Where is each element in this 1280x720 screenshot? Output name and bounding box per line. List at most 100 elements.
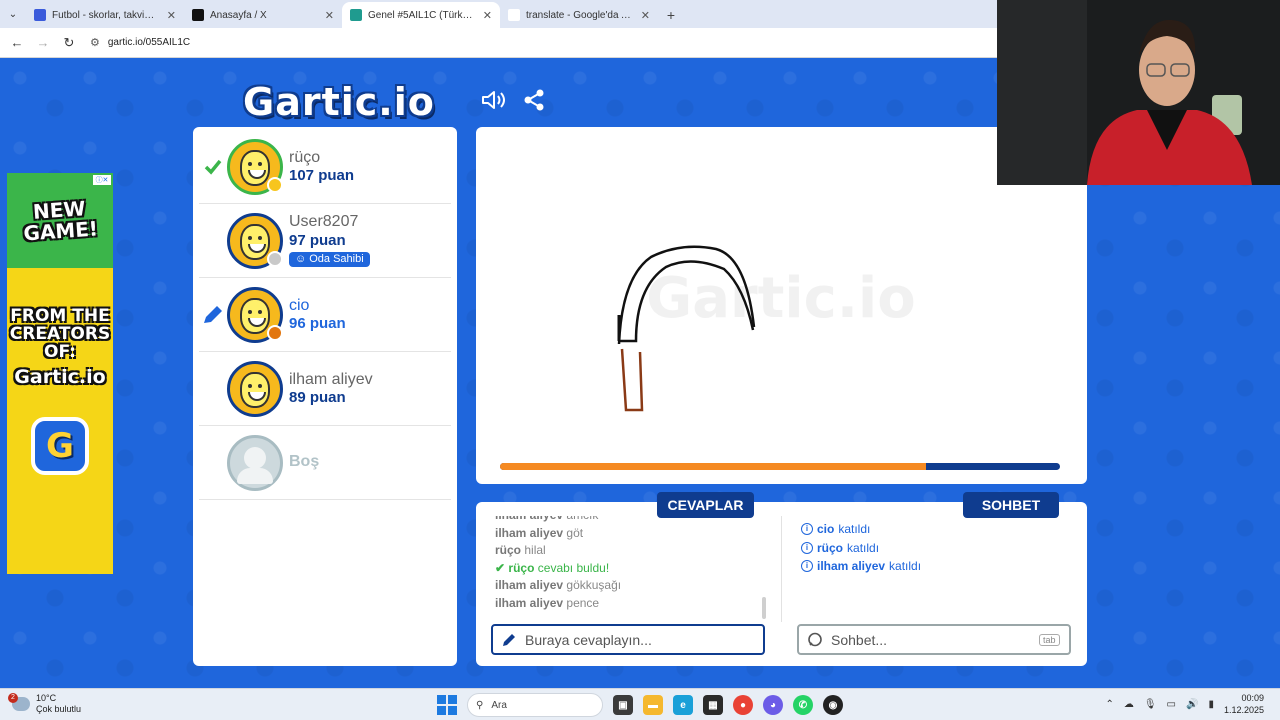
gartic-logo[interactable]: Gartic.io <box>243 80 435 124</box>
answer-item: ilham aliyev pence <box>495 595 763 613</box>
ad-choices-icon[interactable]: ⓘ✕ <box>93 175 111 185</box>
avatar <box>227 360 283 417</box>
chat-item: i cio katıldı <box>801 520 921 539</box>
tab-key-hint: tab <box>1039 633 1060 646</box>
player-score: 97 puan <box>289 231 346 249</box>
tab-chat[interactable]: SOHBET <box>963 492 1059 518</box>
tab-list-button[interactable]: ⌄ <box>0 0 26 28</box>
player-name: rüço <box>289 148 321 166</box>
new-tab-button[interactable]: + <box>658 2 684 28</box>
answers-log: ilham aliyev amcık ilham aliyev götrüço h… <box>495 516 763 622</box>
file-explorer-icon[interactable]: ▬ <box>643 695 663 715</box>
answer-item: ilham aliyev göt <box>495 525 763 543</box>
notification-badge: 2 <box>8 692 18 703</box>
owner-icon: ☺ <box>295 253 307 266</box>
drawing: Gartic.io <box>617 245 916 412</box>
info-icon: i <box>801 523 813 536</box>
forward-button[interactable]: → <box>32 32 54 54</box>
drawing-canvas[interactable]: Gartic.io <box>476 127 1087 484</box>
answer-user: ilham aliyev <box>495 578 564 592</box>
site-info-icon[interactable]: ⚙ <box>90 36 100 49</box>
browser-tab[interactable]: Futbol - skorlar, takvim & oranlar ✕ <box>26 2 184 28</box>
tab-title: Futbol - skorlar, takvim & oranlar <box>52 9 161 21</box>
chevron-up-icon[interactable]: ⌃ <box>1105 699 1113 710</box>
sound-icon[interactable] <box>480 88 508 112</box>
cloud-icon: 2 <box>8 692 30 711</box>
browser-tab[interactable]: Anasayfa / X ✕ <box>184 2 342 28</box>
answer-text: pence <box>566 595 600 610</box>
favicon-icon <box>192 9 204 21</box>
pencil-icon <box>204 305 222 323</box>
weather-temp: 10°C <box>36 693 57 703</box>
reload-button[interactable]: ↻ <box>58 32 80 54</box>
store-icon[interactable]: ▦ <box>703 695 723 715</box>
room-owner-label: Oda Sahibi <box>309 253 364 266</box>
browser-tab[interactable]: Genel #5AIL1C (Türkçe) - Gartic ✕ <box>342 2 500 28</box>
monitor-icon[interactable]: ▭ <box>1167 699 1176 710</box>
status-dot <box>267 250 283 267</box>
chrome-icon[interactable]: ● <box>733 695 753 715</box>
answer-user: ilham aliyev <box>495 525 564 540</box>
answer-input[interactable] <box>525 631 745 648</box>
avatar <box>227 138 283 195</box>
chat-input[interactable] <box>831 631 1031 648</box>
discord-icon[interactable]: ◕ <box>763 695 783 715</box>
answer-item: rüço hilal <box>495 542 763 560</box>
info-icon: i <box>801 560 813 573</box>
chat-user: ilham aliyev <box>817 559 886 573</box>
url-text: gartic.io/055AIL1C <box>107 37 191 48</box>
task-view-icon[interactable]: ▣ <box>613 695 633 715</box>
canvas-watermark: Gartic.io <box>646 266 915 331</box>
chat-item: i rüço katıldı <box>801 539 921 558</box>
check-icon: ✔ <box>495 560 506 575</box>
tab-title: Anasayfa / X <box>210 9 267 21</box>
edge-icon[interactable]: e <box>673 695 693 715</box>
answer-item: ilham aliyev gökkuşağı <box>495 577 763 595</box>
taskbar-search[interactable]: ⚲ Ara <box>467 693 603 717</box>
system-clock[interactable]: 00:09 1.12.2025 <box>1224 693 1264 716</box>
player-slot-empty[interactable]: Boş <box>199 426 451 500</box>
advertisement[interactable]: ⓘ✕ NEW GAME! FROM THE CREATORS OF: Garti… <box>7 173 113 574</box>
chat-log: i cio katıldı i rüço katıldı i ilham aliyev katı… <box>801 520 921 576</box>
cloud-sync-icon[interactable]: ☁ <box>1124 699 1134 710</box>
empty-avatar <box>227 434 283 491</box>
browser-tab[interactable]: translate - Google'da Ara ✕ <box>500 2 658 28</box>
player-name: User8207 <box>289 213 359 231</box>
player-name: ilham aliyev <box>289 370 373 388</box>
search-icon: ⚲ <box>476 699 484 711</box>
back-button[interactable]: ← <box>6 32 28 54</box>
url-field[interactable]: ⚙ gartic.io/055AIL1C <box>90 36 190 49</box>
obs-icon[interactable]: ◉ <box>823 695 843 715</box>
player-row[interactable]: cio 96 puan <box>199 278 451 352</box>
player-row[interactable]: rüço 107 puan <box>199 130 451 204</box>
close-tab-icon[interactable]: ✕ <box>325 9 334 22</box>
close-tab-icon[interactable]: ✕ <box>167 9 176 22</box>
share-icon[interactable] <box>522 88 546 112</box>
tab-answers[interactable]: CEVAPLAR <box>657 492 754 518</box>
close-tab-icon[interactable]: ✕ <box>483 9 492 22</box>
start-button[interactable] <box>437 695 457 715</box>
answer-text: amcık <box>566 516 598 522</box>
microphone-icon[interactable]: 🎙 <box>1144 699 1157 710</box>
answer-user: rüço <box>508 560 535 575</box>
avatar <box>227 212 283 269</box>
chat-user: rüço <box>817 540 844 555</box>
player-row[interactable]: ilham aliyev 89 puan <box>199 352 451 426</box>
battery-icon[interactable]: ▮ <box>1208 699 1214 710</box>
chat-text: katıldı <box>889 559 922 573</box>
tab-title: Genel #5AIL1C (Türkçe) - Gartic <box>368 9 477 21</box>
answer-field[interactable] <box>491 624 765 655</box>
clock-date: 1.12.2025 <box>1223 704 1264 715</box>
status-dot <box>267 324 283 341</box>
chat-field[interactable]: tab <box>797 624 1071 655</box>
avatar <box>227 286 283 343</box>
player-row[interactable]: User8207 97 puan ☺ Oda Sahibi <box>199 204 451 278</box>
answers-scrollbar[interactable] <box>762 597 766 619</box>
close-tab-icon[interactable]: ✕ <box>641 9 650 22</box>
clock-time: 00:09 <box>1241 693 1264 703</box>
answer-user: ilham aliyev <box>495 516 563 522</box>
volume-icon[interactable]: 🔊 <box>1186 699 1198 710</box>
weather-widget[interactable]: 2 10°C Çok bulutlu <box>8 692 81 715</box>
whatsapp-icon[interactable]: ✆ <box>793 695 813 715</box>
ad-app-icon[interactable]: G <box>31 417 89 476</box>
